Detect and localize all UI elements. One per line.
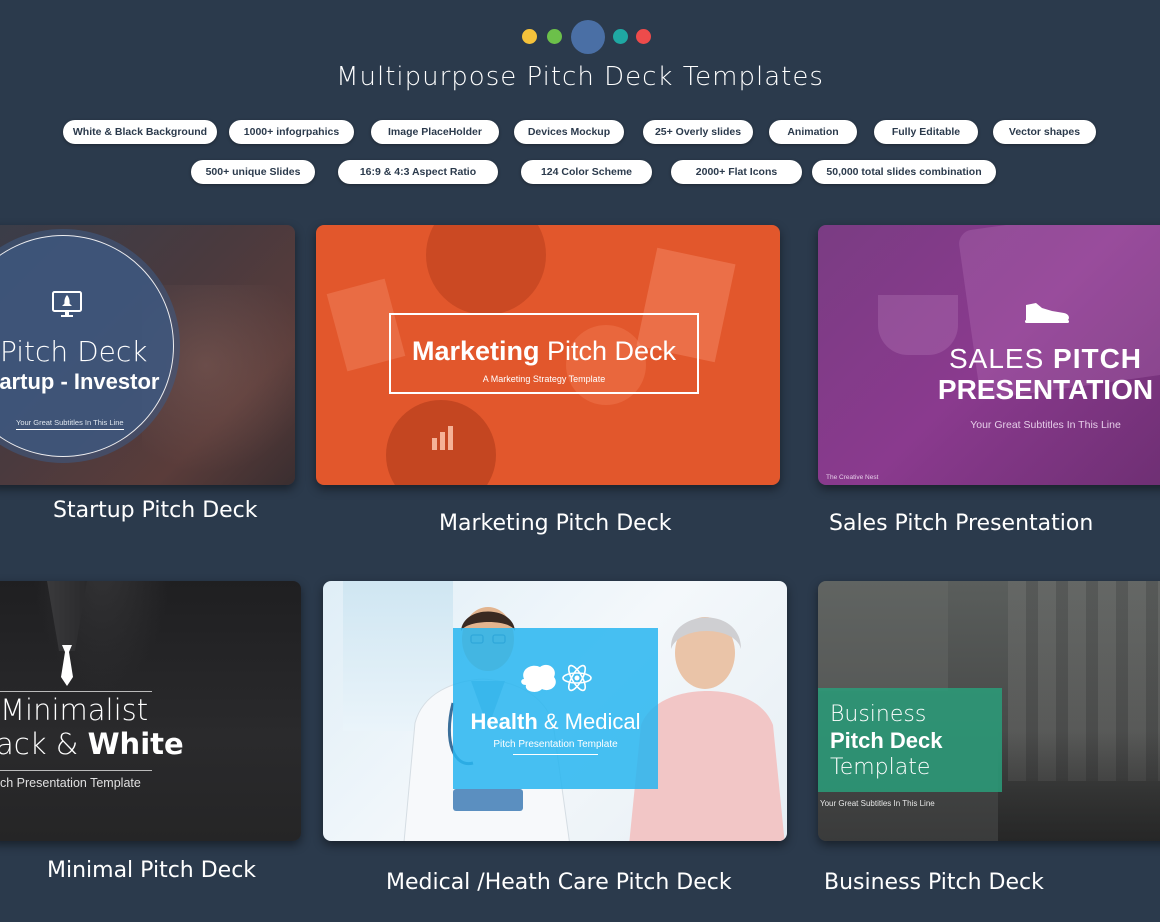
feature-pill: 124 Color Scheme — [521, 160, 652, 184]
medical-subtitle: Pitch Presentation Template — [493, 739, 618, 750]
minimal-line2-light: ack & — [0, 727, 88, 761]
page-title: Multipurpose Pitch Deck Templates — [336, 62, 824, 92]
sales-line1-light: SALES — [948, 343, 1054, 374]
dot-teal — [613, 29, 628, 44]
marketing-caption: Marketing Pitch Deck — [439, 511, 672, 536]
minimal-line2-bold: White — [87, 727, 184, 761]
feature-pill: Image PlaceHolder — [371, 120, 499, 144]
minimal-pitch-deck-card[interactable]: Minimalist ack & White ch Presentation T… — [0, 581, 301, 841]
crowd-shape — [998, 731, 1160, 841]
building-shape — [818, 581, 948, 691]
feature-pill: 25+ Overly slides — [643, 120, 753, 144]
dot-blue-large — [571, 20, 605, 54]
table-shape — [426, 225, 546, 315]
minimal-line1: Minimalist — [0, 693, 149, 727]
startup-line2: tartup - Investor — [0, 369, 160, 394]
feature-pill: White & Black Background — [63, 120, 217, 144]
sales-line1-bold: PITCH — [1053, 343, 1143, 374]
medical-caption: Medical /Heath Care Pitch Deck — [386, 870, 732, 895]
sales-pitch-presentation-card[interactable]: SALES PITCH PRESENTATION Your Great Subt… — [818, 225, 1160, 485]
dot-yellow — [522, 29, 537, 44]
header-dots — [0, 20, 1160, 54]
sales-line1: SALES PITCH — [928, 343, 1160, 375]
business-subtitle: Your Great Subtitles In This Line — [820, 799, 935, 808]
medical-title-light: & Medical — [537, 709, 641, 734]
sales-line2: PRESENTATION — [937, 374, 1154, 405]
medical-title-bold: Health — [470, 709, 538, 734]
rocket-monitor-icon — [50, 287, 84, 321]
marketing-pitch-deck-card[interactable]: Marketing Pitch Deck A Marketing Strateg… — [316, 225, 780, 485]
medical-title: Health & Medical — [453, 709, 658, 735]
marketing-subtitle: A Marketing Strategy Template — [482, 374, 606, 384]
minimal-subtitle: ch Presentation Template — [0, 776, 141, 790]
feature-pill: Animation — [769, 120, 857, 144]
marketing-title: Marketing Pitch Deck — [389, 336, 699, 367]
feature-pill: Fully Editable — [874, 120, 978, 144]
sneaker-icon — [1022, 299, 1072, 325]
startup-pitch-deck-card[interactable]: Pitch Deck tartup - Investor Your Great … — [0, 225, 295, 485]
feature-pill: 50,000 total slides combination — [812, 160, 996, 184]
business-line2: Pitch Deck — [830, 728, 943, 753]
medical-pitch-deck-card[interactable]: Health & Medical Pitch Presentation Temp… — [323, 581, 787, 841]
business-caption: Business Pitch Deck — [824, 870, 1044, 895]
necktie-icon — [59, 645, 75, 687]
minimal-divider — [0, 691, 152, 692]
minimal-line2: ack & White — [0, 727, 184, 761]
feature-pill: 500+ unique Slides — [191, 160, 315, 184]
business-line1: Business — [830, 702, 927, 727]
chart-doodle-icon — [428, 420, 462, 454]
medical-divider — [513, 754, 598, 755]
sales-footer: The Creative Nest — [826, 474, 879, 481]
sales-caption: Sales Pitch Presentation — [829, 511, 1094, 536]
feature-pill: 2000+ Flat Icons — [671, 160, 802, 184]
startup-subtitle: Your Great Subtitles In This Line — [16, 418, 124, 430]
feature-pill: 16:9 & 4:3 Aspect Ratio — [338, 160, 498, 184]
marketing-title-light: Pitch Deck — [539, 336, 677, 366]
feature-pill: 1000+ infogrpahics — [229, 120, 354, 144]
startup-caption: Startup Pitch Deck — [53, 498, 258, 523]
brain-atom-icon — [518, 661, 593, 695]
marketing-title-bold: Marketing — [411, 336, 540, 366]
feature-pill: Devices Mockup — [514, 120, 624, 144]
sales-subtitle: Your Great Subtitles In This Line — [970, 419, 1121, 431]
business-line3: Template — [830, 755, 931, 780]
minimal-caption: Minimal Pitch Deck — [47, 858, 257, 883]
startup-line1: Pitch Deck — [0, 335, 148, 368]
dot-green — [547, 29, 562, 44]
feature-pill: Vector shapes — [993, 120, 1096, 144]
business-pitch-deck-card[interactable]: Business Pitch Deck Template Your Great … — [818, 581, 1160, 841]
minimal-divider — [0, 770, 152, 771]
dot-red — [636, 29, 651, 44]
